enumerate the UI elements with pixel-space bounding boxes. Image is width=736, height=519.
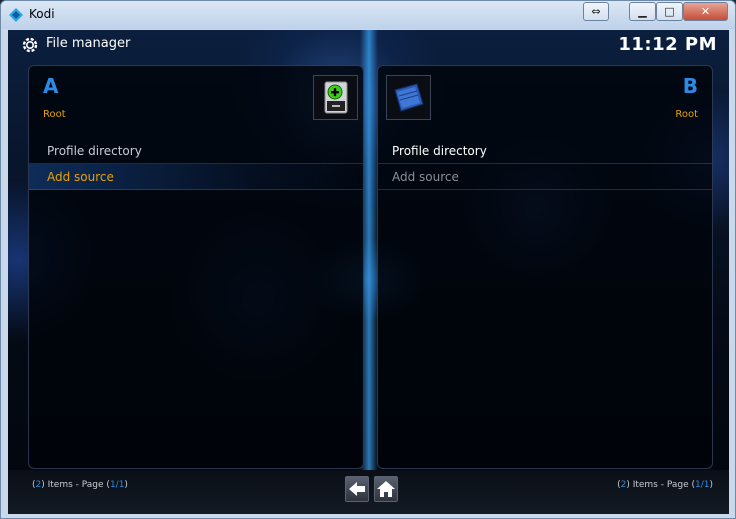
- home-button[interactable]: [374, 476, 398, 502]
- home-icon: [377, 481, 395, 497]
- panel-b-list: Profile directory Add source: [378, 138, 712, 190]
- kodi-window: Kodi ⇔ ▁ □ ✕ File manager 11:12 PM A Roo…: [0, 0, 736, 519]
- kodi-logo-icon: [9, 8, 23, 22]
- window-title: Kodi: [29, 7, 55, 21]
- page-title: File manager: [46, 36, 131, 51]
- list-item-label: Add source: [392, 170, 459, 184]
- panel-a-path: Root: [43, 109, 66, 120]
- list-item[interactable]: Profile directory: [29, 138, 363, 164]
- panel-a[interactable]: A Root Profile directory Add source: [28, 65, 364, 469]
- footer: (2) Items - Page (1/1) (2) Items - Page …: [8, 470, 729, 514]
- header: File manager 11:12 PM: [8, 30, 729, 60]
- panel-a-item-count: (2) Items - Page (1/1): [32, 480, 128, 490]
- panel-b[interactable]: B Root Profile directory Add source: [377, 65, 713, 469]
- restore-button[interactable]: ⇔: [583, 2, 609, 21]
- list-item-label: Profile directory: [392, 144, 487, 158]
- list-item-selected[interactable]: Add source: [29, 164, 363, 190]
- panel-a-letter: A: [43, 74, 59, 98]
- minimize-button[interactable]: ▁: [629, 2, 656, 21]
- panel-b-item-count: (2) Items - Page (1/1): [617, 480, 713, 490]
- list-item[interactable]: Profile directory: [378, 138, 712, 164]
- list-item[interactable]: Add source: [378, 164, 712, 190]
- panel-a-list: Profile directory Add source: [29, 138, 363, 190]
- clock: 11:12 PM: [618, 34, 717, 55]
- list-item-label: Profile directory: [47, 144, 142, 158]
- title-bar[interactable]: Kodi ⇔ ▁ □ ✕: [1, 1, 735, 29]
- close-button[interactable]: ✕: [683, 2, 728, 21]
- folder-icon: [386, 75, 431, 120]
- maximize-button[interactable]: □: [656, 2, 683, 21]
- panel-b-letter: B: [682, 74, 698, 98]
- kodi-client-area: File manager 11:12 PM A Root Profile dir…: [8, 30, 729, 514]
- gear-icon: [22, 37, 38, 53]
- add-drive-icon: [313, 75, 358, 120]
- list-item-label: Add source: [47, 170, 114, 184]
- back-arrow-icon: [349, 482, 365, 496]
- panel-b-path: Root: [675, 109, 698, 120]
- back-button[interactable]: [345, 476, 369, 502]
